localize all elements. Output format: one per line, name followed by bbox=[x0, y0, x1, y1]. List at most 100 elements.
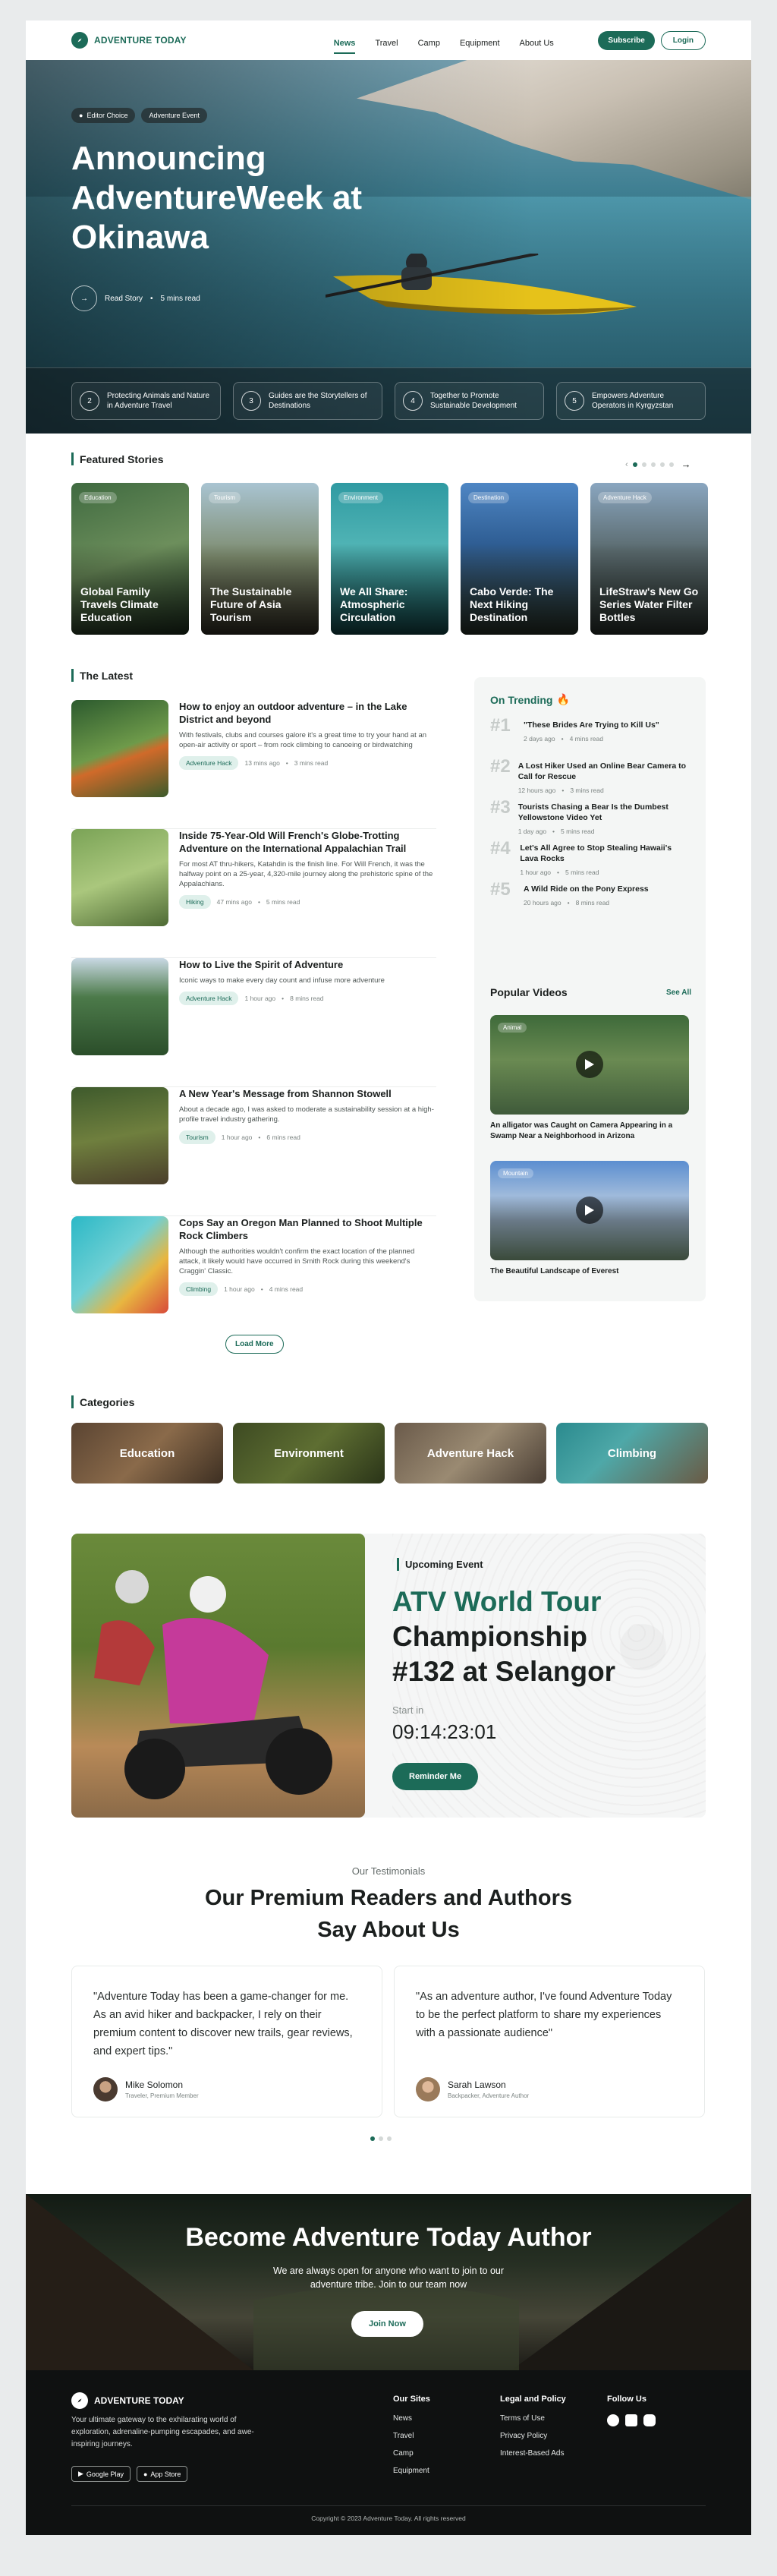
hero-title[interactable]: Announcing AdventureWeek at Okinawa bbox=[71, 139, 390, 257]
article-image bbox=[71, 700, 168, 797]
nav-travel[interactable]: Travel bbox=[375, 27, 398, 54]
arrow-right-icon[interactable]: → bbox=[681, 459, 691, 470]
video-caption[interactable]: An alligator was Caught on Camera Appear… bbox=[490, 1121, 689, 1142]
footer-our-sites: Our Sites News Travel Camp Equipment bbox=[393, 2395, 430, 2475]
trending-item[interactable]: #1 "These Brides Are Trying to Kill Us" 2 … bbox=[490, 715, 691, 756]
sidebar: On Trending 🔥 #1 "These Brides Are Trying … bbox=[474, 677, 706, 1301]
load-more-button[interactable]: Load More bbox=[225, 1335, 284, 1354]
hero-slide-card[interactable]: 4 Together to Promote Sustainable Develop… bbox=[395, 382, 544, 420]
article-item[interactable]: How to Live the Spirit of Adventure Iconi… bbox=[71, 958, 436, 1087]
article-item[interactable]: How to enjoy an outdoor adventure – in t… bbox=[71, 700, 436, 829]
article-tag[interactable]: Adventure Hack bbox=[179, 756, 239, 770]
video-thumbnail[interactable]: Mountain bbox=[490, 1161, 689, 1260]
hero-slide-card[interactable]: 2 Protecting Animals and Nature in Advent… bbox=[71, 382, 221, 420]
article-image bbox=[71, 829, 168, 926]
main-menu: News Travel Camp Equipment About Us bbox=[333, 27, 554, 54]
footer-link[interactable]: Travel bbox=[393, 2432, 430, 2440]
trending-item[interactable]: #3 Tourists Chasing a Bear Is the Dumbest… bbox=[490, 797, 691, 838]
article-tag[interactable]: Tourism bbox=[179, 1130, 215, 1144]
article-tag[interactable]: Climbing bbox=[179, 1282, 219, 1296]
pager-dot[interactable] bbox=[632, 462, 637, 467]
join-now-button[interactable]: Join Now bbox=[351, 2311, 423, 2337]
cta-title: Become Adventure Today Author bbox=[185, 2223, 592, 2252]
slide-number: 2 bbox=[80, 391, 99, 411]
app-store-badge[interactable]: ● App Store bbox=[136, 2466, 188, 2482]
instagram-icon[interactable] bbox=[625, 2414, 637, 2426]
category-adventure-hack[interactable]: Adventure Hack bbox=[395, 1423, 546, 1483]
youtube-icon[interactable] bbox=[643, 2414, 656, 2426]
categories-list: Education Environment Adventure Hack Cli… bbox=[71, 1423, 708, 1483]
subscribe-button[interactable]: Subscribe bbox=[598, 30, 655, 50]
hero-carousel-strip: 2 Protecting Animals and Nature in Advent… bbox=[26, 367, 751, 434]
start-label: Start in bbox=[392, 1704, 424, 1716]
footer-logo[interactable]: ADVENTURE TODAY bbox=[71, 2392, 184, 2409]
article-item[interactable]: Cops Say an Oregon Man Planned to Shoot … bbox=[71, 1216, 436, 1345]
category-climbing[interactable]: Climbing bbox=[556, 1423, 708, 1483]
countdown: 09:14:23:01 bbox=[392, 1720, 497, 1743]
copyright: Copyright © 2023 Adventure Today. All ri… bbox=[311, 2515, 466, 2522]
chevron-left-icon[interactable]: ‹ bbox=[625, 460, 628, 469]
testimonials-list: "Adventure Today has been a game-changer… bbox=[71, 1966, 705, 2117]
reminder-button[interactable]: Reminder Me bbox=[392, 1763, 479, 1790]
pager-dot[interactable] bbox=[659, 462, 665, 467]
read-time: 5 mins read bbox=[160, 294, 200, 303]
article-item[interactable]: Inside 75-Year-Old Will French's Globe-T… bbox=[71, 829, 436, 958]
category-education[interactable]: Education bbox=[71, 1423, 223, 1483]
article-item[interactable]: A New Year's Message from Shannon Stowel… bbox=[71, 1087, 436, 1216]
slide-number: 4 bbox=[403, 391, 423, 411]
footer-link[interactable]: Interest-Based Ads bbox=[500, 2449, 566, 2458]
category-environment[interactable]: Environment bbox=[233, 1423, 385, 1483]
slide-number: 5 bbox=[565, 391, 584, 411]
testimonial-card: "Adventure Today has been a game-changer… bbox=[71, 1966, 382, 2117]
brand-logo[interactable]: ADVENTURE TODAY bbox=[71, 32, 187, 49]
pager-dot[interactable] bbox=[668, 462, 674, 467]
footer-legal: Legal and Policy Terms of Use Privacy Po… bbox=[500, 2395, 566, 2458]
play-store-icon: ▶ bbox=[78, 2470, 83, 2477]
featured-card[interactable]: Environment We All Share: Atmospheric Cir… bbox=[331, 483, 448, 635]
trending-item[interactable]: #2 A Lost Hiker Used an Online Bear Camer… bbox=[490, 756, 691, 797]
hero-slide-card[interactable]: 5 Empowers Adventure Operators in Kyrgyzs… bbox=[556, 382, 706, 420]
article-tag[interactable]: Adventure Hack bbox=[179, 992, 239, 1005]
featured-title: Featured Stories bbox=[71, 452, 163, 465]
hero-slide-card[interactable]: 3 Guides are the Storytellers of Destinat… bbox=[233, 382, 382, 420]
read-story-label[interactable]: Read Story bbox=[105, 295, 143, 303]
pager-dot[interactable] bbox=[370, 2136, 375, 2141]
login-button[interactable]: Login bbox=[660, 30, 706, 50]
nav-news[interactable]: News bbox=[333, 27, 356, 54]
video-caption[interactable]: The Beautiful Landscape of Everest bbox=[490, 1266, 689, 1277]
video-thumbnail[interactable]: Animal bbox=[490, 1015, 689, 1115]
featured-list: Education Global Family Travels Climate E… bbox=[71, 483, 708, 635]
pager-dot[interactable] bbox=[379, 2136, 383, 2141]
trending-item[interactable]: #4 Let's All Agree to Stop Stealing Hawai… bbox=[490, 838, 691, 879]
footer-link[interactable]: Terms of Use bbox=[500, 2414, 566, 2423]
featured-card[interactable]: Destination Cabo Verde: The Next Hiking D… bbox=[461, 483, 578, 635]
footer-link[interactable]: News bbox=[393, 2414, 430, 2423]
google-play-badge[interactable]: ▶ Google Play bbox=[71, 2466, 131, 2482]
pager-dot[interactable] bbox=[641, 462, 646, 467]
play-icon[interactable] bbox=[576, 1197, 603, 1224]
article-tag[interactable]: Hiking bbox=[179, 895, 211, 909]
featured-card[interactable]: Tourism The Sustainable Future of Asia To… bbox=[201, 483, 319, 635]
nav-about[interactable]: About Us bbox=[520, 27, 554, 54]
latest-title: The Latest bbox=[71, 669, 133, 682]
nav-equipment[interactable]: Equipment bbox=[460, 27, 500, 54]
footer-description: Your ultimate gateway to the exhilaratin… bbox=[71, 2416, 254, 2448]
hero-banner[interactable]: ● Editor Choice Adventure Event Announcin… bbox=[26, 60, 751, 434]
footer-link[interactable]: Equipment bbox=[393, 2467, 430, 2475]
testimonials-kicker: Our Testimonials bbox=[351, 1865, 426, 1877]
trending-item[interactable]: #5 A Wild Ride on the Pony Express 20 hour… bbox=[490, 879, 691, 920]
nav-camp[interactable]: Camp bbox=[418, 27, 440, 54]
footer-link[interactable]: Camp bbox=[393, 2449, 430, 2458]
pager-dot[interactable] bbox=[650, 462, 656, 467]
see-all-link[interactable]: See All bbox=[666, 988, 691, 997]
featured-card[interactable]: Education Global Family Travels Climate E… bbox=[71, 483, 189, 635]
pager-dot[interactable] bbox=[387, 2136, 392, 2141]
brand-name: ADVENTURE TODAY bbox=[94, 35, 187, 46]
featured-card[interactable]: Adventure Hack LifeStraw's New Go Series … bbox=[590, 483, 708, 635]
facebook-icon[interactable] bbox=[607, 2414, 619, 2426]
read-story-button[interactable]: → bbox=[71, 285, 97, 311]
fire-icon: 🔥 bbox=[556, 693, 570, 705]
footer-link[interactable]: Privacy Policy bbox=[500, 2432, 566, 2440]
play-icon[interactable] bbox=[576, 1051, 603, 1078]
article-image bbox=[71, 958, 168, 1055]
